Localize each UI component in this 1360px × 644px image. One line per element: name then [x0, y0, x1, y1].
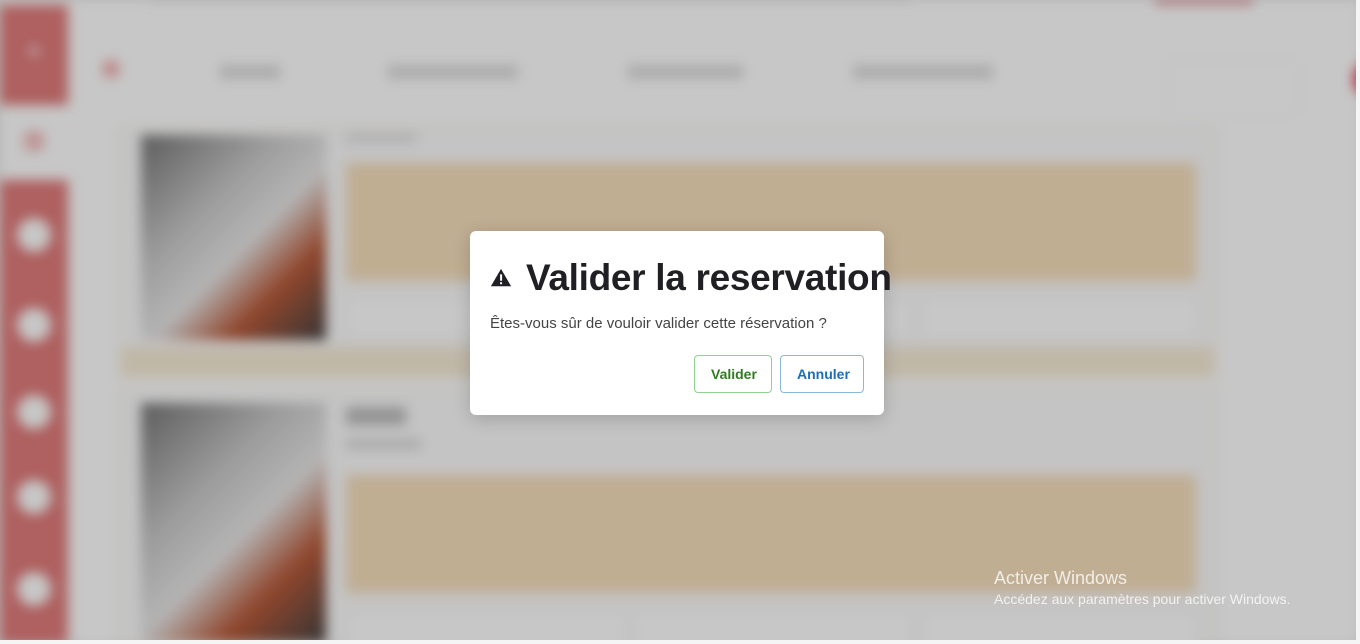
page: + Valider la reservation Êtes-vous sûr d… [0, 0, 1360, 644]
confirm-button[interactable]: Valider [694, 355, 772, 393]
cancel-button[interactable]: Annuler [780, 355, 864, 393]
windows-activation-watermark: Activer Windows Accédez aux paramètres p… [994, 568, 1290, 607]
dialog-message: Êtes-vous sûr de vouloir valider cette r… [490, 315, 827, 332]
dialog-title: Valider la reservation [526, 257, 892, 298]
watermark-title: Activer Windows [994, 568, 1128, 588]
dialog-header: Valider la reservation [490, 257, 892, 299]
confirm-dialog: Valider la reservation Êtes-vous sûr de … [470, 231, 892, 415]
dialog-actions: Valider Annuler [694, 355, 864, 393]
watermark-subtitle: Accédez aux paramètres pour activer Wind… [994, 591, 1291, 607]
warning-icon [490, 268, 512, 287]
